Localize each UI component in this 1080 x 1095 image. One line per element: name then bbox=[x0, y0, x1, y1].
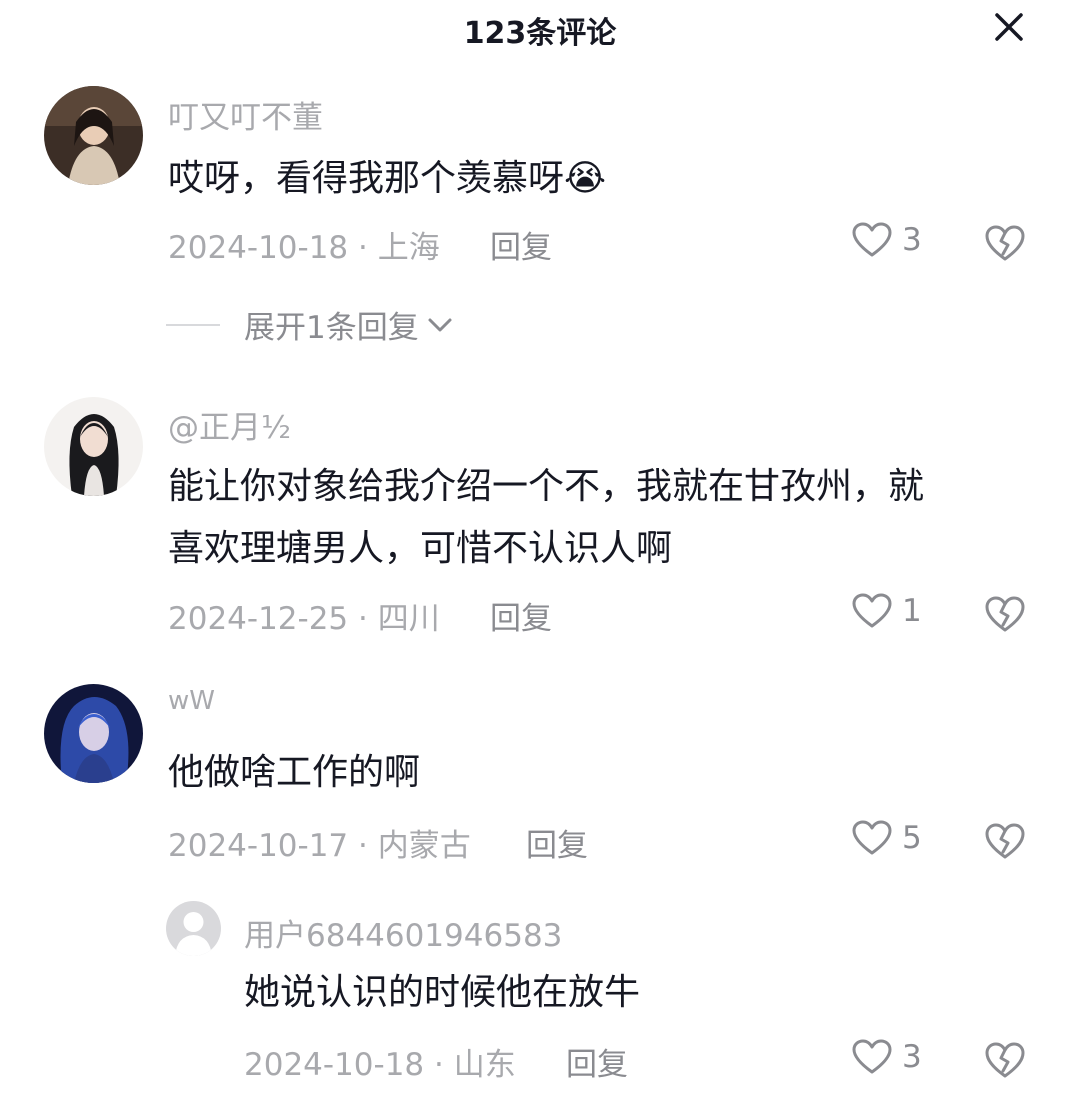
comment-username[interactable]: @正月½ bbox=[168, 402, 291, 447]
expand-replies-button[interactable]: 展开1条回复 bbox=[166, 302, 455, 347]
heart-outline-icon bbox=[852, 1039, 892, 1074]
comment-text-line: 能让你对象给我介绍一个不，我就在甘孜州，就 bbox=[168, 466, 925, 507]
comment-text: 他做啥工作的啊 bbox=[168, 752, 421, 793]
meta-separator: · bbox=[358, 828, 368, 864]
expand-divider-line bbox=[166, 323, 220, 326]
like-count: 3 bbox=[902, 222, 922, 258]
reply-location: 山东 bbox=[453, 1047, 516, 1083]
like-count: 3 bbox=[902, 1039, 922, 1075]
comment-username[interactable]: wW bbox=[168, 686, 215, 716]
reply-button[interactable]: 回复 bbox=[566, 1039, 628, 1084]
reply-button[interactable]: 回复 bbox=[490, 222, 552, 267]
comment-date: 2024-10-17 bbox=[168, 828, 349, 864]
reply-button[interactable]: 回复 bbox=[526, 820, 588, 865]
comment-text: 哎呀，看得我那个羡慕呀😭 bbox=[168, 148, 606, 210]
reply-date: 2024-10-18 bbox=[244, 1047, 425, 1083]
crying-emoji-icon: 😭 bbox=[564, 158, 607, 199]
avatar[interactable] bbox=[44, 86, 143, 185]
comment-date: 2024-10-18 bbox=[168, 230, 349, 266]
avatar[interactable] bbox=[44, 397, 143, 496]
comment-date: 2024-12-25 bbox=[168, 601, 349, 637]
meta-separator: · bbox=[358, 601, 368, 637]
heart-outline-icon bbox=[852, 222, 892, 257]
comment-meta: 2024-10-18 · 上海 bbox=[168, 222, 440, 267]
broken-heart-icon[interactable] bbox=[985, 594, 1025, 634]
heart-outline-icon bbox=[852, 820, 892, 855]
like-button[interactable]: 1 bbox=[852, 593, 922, 629]
chevron-down-icon bbox=[428, 318, 452, 331]
comments-count-title: 123条评论 bbox=[463, 16, 617, 51]
comment-location: 四川 bbox=[377, 601, 440, 637]
heart-outline-icon bbox=[852, 593, 892, 628]
avatar[interactable] bbox=[166, 901, 221, 956]
broken-heart-icon[interactable] bbox=[985, 1040, 1025, 1080]
reply-button[interactable]: 回复 bbox=[490, 593, 552, 638]
like-button[interactable]: 3 bbox=[852, 222, 922, 258]
comment-location: 上海 bbox=[377, 230, 440, 266]
meta-separator: · bbox=[358, 230, 368, 266]
comment-text-body: 哎呀，看得我那个羡慕呀 bbox=[168, 158, 565, 199]
like-button[interactable]: 3 bbox=[852, 1039, 922, 1075]
reply-text: 她说认识的时候他在放牛 bbox=[244, 972, 641, 1013]
comment-meta: 2024-12-25 · 四川 bbox=[168, 593, 440, 638]
reply-username[interactable]: 用户6844601946583 bbox=[244, 910, 562, 955]
meta-separator: · bbox=[434, 1047, 444, 1083]
comment-username[interactable]: 叮又叮不董 bbox=[168, 92, 323, 137]
like-count: 5 bbox=[902, 820, 922, 856]
avatar[interactable] bbox=[44, 684, 143, 783]
broken-heart-icon[interactable] bbox=[985, 821, 1025, 861]
like-count: 1 bbox=[902, 593, 922, 629]
comment-text-line: 喜欢理塘男人，可惜不认识人啊 bbox=[168, 528, 673, 569]
comment-location: 内蒙古 bbox=[377, 828, 471, 864]
expand-replies-label: 展开1条回复 bbox=[244, 310, 419, 346]
like-button[interactable]: 5 bbox=[852, 820, 922, 856]
close-icon[interactable] bbox=[990, 8, 1028, 46]
broken-heart-icon[interactable] bbox=[985, 223, 1025, 263]
comment-meta: 2024-10-17 · 内蒙古 bbox=[168, 820, 471, 865]
reply-meta: 2024-10-18 · 山东 bbox=[244, 1039, 516, 1084]
